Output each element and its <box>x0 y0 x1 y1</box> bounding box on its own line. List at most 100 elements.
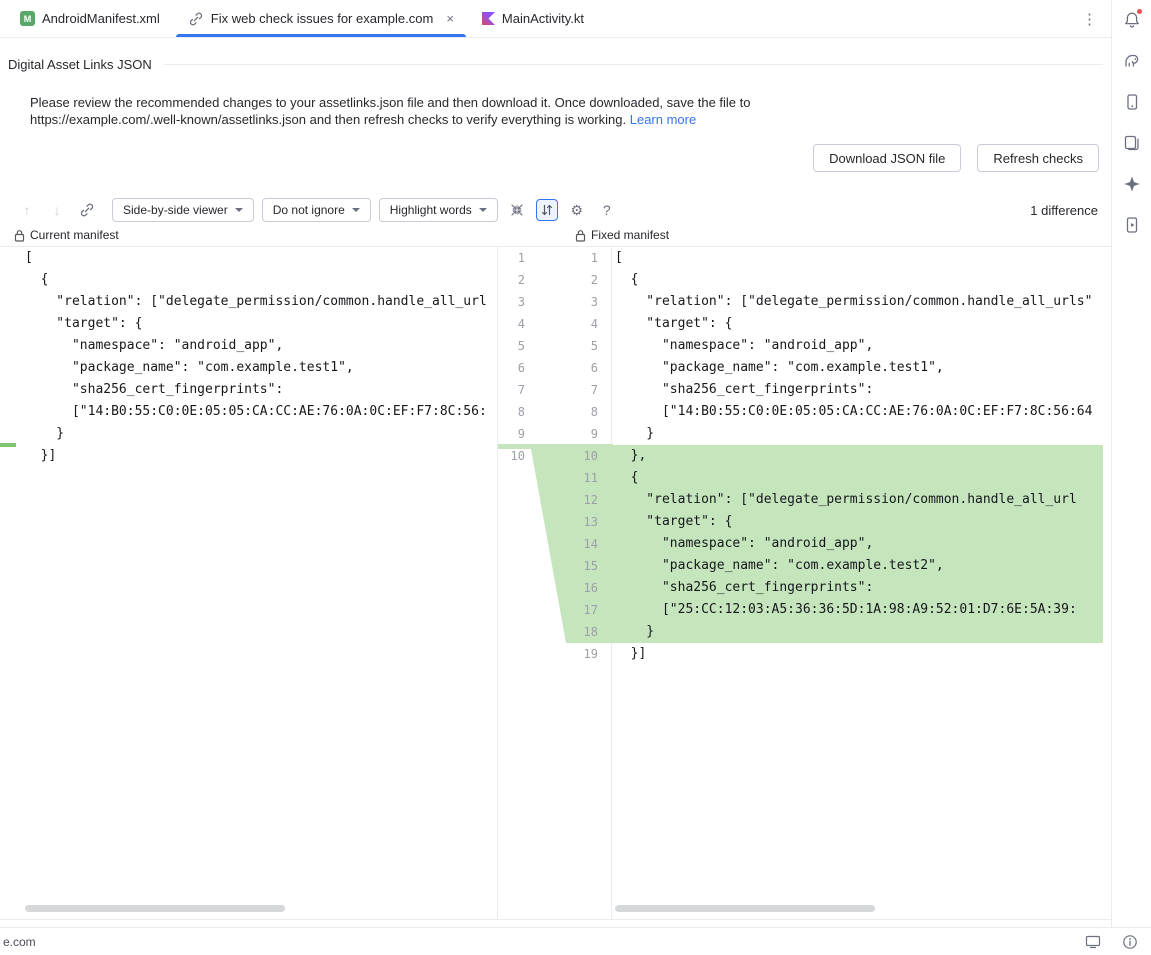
left-horizontal-scrollbar[interactable] <box>25 905 285 912</box>
ignore-mode-select[interactable]: Do not ignore <box>262 198 371 222</box>
line-number: 16 <box>538 577 598 599</box>
ignore-mode-value: Do not ignore <box>273 203 345 217</box>
code-line: "target": { <box>612 313 1103 335</box>
highlight-mode-value: Highlight words <box>390 203 472 217</box>
gemini-icon[interactable] <box>1121 173 1143 195</box>
line-number: 14 <box>538 533 598 555</box>
code-line: ["14:B0:55:C0:0E:05:05:CA:CC:AE:76:0A:0C… <box>0 401 497 423</box>
line-number: 8 <box>538 401 598 423</box>
jump-to-source-icon[interactable] <box>76 199 98 221</box>
diff-settings-gear-icon[interactable]: ⚙ <box>566 199 588 221</box>
code-line: "package_name": "com.example.test2", <box>612 555 1103 577</box>
code-line: "sha256_cert_fingerprints": <box>612 379 1103 401</box>
section-header: Digital Asset Links JSON <box>8 57 1103 72</box>
code-line: [ <box>0 247 497 269</box>
notifications-icon[interactable] <box>1121 9 1143 31</box>
tab-label: MainActivity.kt <box>502 11 584 26</box>
line-number: 10 <box>538 445 598 467</box>
next-difference-icon[interactable]: ↓ <box>46 199 68 221</box>
code-line: "relation": ["delegate_permission/common… <box>0 291 497 313</box>
line-number: 12 <box>538 489 598 511</box>
refresh-checks-button[interactable]: Refresh checks <box>977 144 1099 172</box>
previous-difference-icon[interactable]: ↑ <box>16 199 38 221</box>
diff-viewer: [ { "relation": ["delegate_permission/co… <box>0 246 1111 920</box>
viewer-mode-select[interactable]: Side-by-side viewer <box>112 198 254 222</box>
notification-badge <box>1136 8 1143 15</box>
screen-share-icon[interactable] <box>1082 931 1104 953</box>
code-line: }] <box>612 643 1103 665</box>
chevron-down-icon <box>235 208 243 212</box>
code-line: "target": { <box>612 511 1103 533</box>
line-number: 4 <box>498 313 525 335</box>
tab-mainactivity[interactable]: MainActivity.kt <box>468 0 598 37</box>
code-line: "sha256_cert_fingerprints": <box>0 379 497 401</box>
tab-androidmanifest[interactable]: M AndroidManifest.xml <box>6 0 174 37</box>
link-icon <box>188 11 204 27</box>
line-number: 2 <box>538 269 598 291</box>
tab-label: Fix web check issues for example.com <box>211 11 434 26</box>
code-line: { <box>0 269 497 291</box>
kotlin-file-icon <box>482 12 495 25</box>
android-studio-window: M AndroidManifest.xml Fix web check issu… <box>0 0 1151 955</box>
section-divider <box>164 64 1103 65</box>
code-line: } <box>0 423 497 445</box>
learn-more-link[interactable]: Learn more <box>630 112 696 127</box>
tab-fix-web-check[interactable]: Fix web check issues for example.com × <box>174 0 468 37</box>
viewer-mode-value: Side-by-side viewer <box>123 203 228 217</box>
code-line: "namespace": "android_app", <box>612 533 1103 555</box>
code-line: "package_name": "com.example.test1", <box>612 357 1103 379</box>
line-number: 3 <box>498 291 525 313</box>
right-pane-title: Fixed manifest <box>591 228 669 242</box>
banner-actions: Download JSON file Refresh checks <box>813 144 1099 172</box>
banner-description-line2: https://example.com/.well-known/assetlin… <box>30 112 626 127</box>
line-number: 9 <box>498 423 525 445</box>
code-line: "namespace": "android_app", <box>612 335 1103 357</box>
code-line: }, <box>612 445 1103 467</box>
insertion-marker <box>0 443 16 447</box>
line-number: 7 <box>538 379 598 401</box>
download-json-button[interactable]: Download JSON file <box>813 144 961 172</box>
section-title: Digital Asset Links JSON <box>8 57 152 72</box>
highlight-mode-select[interactable]: Highlight words <box>379 198 498 222</box>
code-line: { <box>612 269 1103 291</box>
diff-gutter: 12345678910 1234567891011121314151617181… <box>497 247 612 919</box>
code-line: [ <box>612 247 1103 269</box>
help-icon[interactable]: ? <box>596 199 618 221</box>
line-number: 1 <box>538 247 598 269</box>
code-line: ["14:B0:55:C0:0E:05:05:CA:CC:AE:76:0A:0C… <box>612 401 1103 423</box>
gradle-icon[interactable] <box>1121 50 1143 72</box>
left-editor[interactable]: [ { "relation": ["delegate_permission/co… <box>0 247 497 919</box>
code-line: { <box>612 467 1103 489</box>
running-devices-icon[interactable] <box>1121 214 1143 236</box>
line-number: 13 <box>538 511 598 533</box>
resource-manager-icon[interactable] <box>1121 132 1143 154</box>
code-line: } <box>612 621 1103 643</box>
code-line: "sha256_cert_fingerprints": <box>612 577 1103 599</box>
line-number: 2 <box>498 269 525 291</box>
line-number: 11 <box>538 467 598 489</box>
left-line-numbers: 12345678910 <box>498 247 525 467</box>
right-editor[interactable]: [ { "relation": ["delegate_permission/co… <box>612 247 1103 919</box>
line-number: 6 <box>538 357 598 379</box>
code-line: ["25:CC:12:03:A5:36:36:5D:1A:98:A9:52:01… <box>612 599 1103 621</box>
line-number: 4 <box>538 313 598 335</box>
device-manager-icon[interactable] <box>1121 91 1143 113</box>
line-number: 5 <box>498 335 525 357</box>
banner-description: Please review the recommended changes to… <box>30 94 750 128</box>
line-number: 15 <box>538 555 598 577</box>
line-number: 8 <box>498 401 525 423</box>
line-number: 10 <box>498 445 525 467</box>
line-number: 19 <box>538 643 598 665</box>
tab-options-icon[interactable]: ⋮ <box>1082 0 1097 38</box>
info-icon[interactable] <box>1119 931 1141 953</box>
collapse-unchanged-icon[interactable] <box>506 199 528 221</box>
line-number: 6 <box>498 357 525 379</box>
line-number: 9 <box>538 423 598 445</box>
line-number: 1 <box>498 247 525 269</box>
status-bar: e.com <box>0 927 1151 955</box>
right-horizontal-scrollbar[interactable] <box>615 905 875 912</box>
tab-close-icon[interactable]: × <box>446 11 454 26</box>
manifest-file-icon: M <box>20 11 35 26</box>
line-number: 18 <box>538 621 598 643</box>
synchronize-scrolling-toggle[interactable] <box>536 199 558 221</box>
